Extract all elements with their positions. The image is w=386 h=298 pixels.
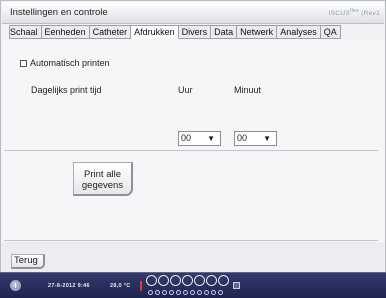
sample-slot-small-icon	[176, 289, 181, 295]
brand-logo: ISCUSflex (Rev1	[329, 8, 380, 17]
daily-print-time-label: Dagelijks print tijd	[31, 85, 102, 95]
sample-slot-small-icon	[218, 289, 223, 295]
sample-slot-small-icon	[190, 289, 195, 295]
minute-select[interactable]: 00 ▼	[234, 131, 277, 146]
brand-name: ISCUS	[328, 10, 351, 18]
minute-value: 00	[237, 133, 248, 143]
auto-print-label: Automatisch printen	[30, 58, 110, 68]
back-button[interactable]: Terug	[11, 254, 45, 269]
tab-catheter[interactable]: Catheter	[89, 25, 132, 39]
alert-marker	[140, 281, 142, 291]
tab-bar: Schaal Eenheden Catheter Afdrukken Diver…	[9, 25, 341, 39]
section-divider	[4, 150, 378, 151]
sample-slot-icon	[218, 274, 229, 286]
sample-slots-small-row	[146, 286, 230, 298]
sample-slot-small-icon	[183, 289, 188, 295]
footer-area	[2, 242, 384, 272]
power-icon[interactable]	[10, 280, 21, 291]
status-datetime: 27-8-2012 9:46	[48, 283, 90, 289]
sample-slot-small-icon	[204, 289, 209, 295]
hour-select[interactable]: 00 ▼	[178, 131, 221, 146]
chevron-down-icon: ▼	[207, 134, 215, 143]
tab-analyses[interactable]: Analyses	[277, 25, 321, 39]
sample-slot-icon	[182, 274, 193, 286]
hour-value: 00	[181, 133, 192, 143]
status-bar: 27-8-2012 9:46 28,0 °C	[0, 272, 386, 298]
hour-label: Uur	[178, 85, 193, 95]
tab-netwerk[interactable]: Netwerk	[237, 25, 278, 39]
settings-window: Instellingen en controle ISCUSflex (Rev1…	[0, 0, 386, 298]
tab-divers[interactable]: Divers	[178, 25, 212, 39]
sample-slot-indicators	[146, 274, 230, 298]
usb-icon	[233, 282, 240, 289]
sample-slot-small-icon	[155, 289, 160, 295]
tab-afdrukken[interactable]: Afdrukken	[131, 25, 179, 39]
print-all-label-line1: Print alle	[84, 169, 121, 180]
tab-schaal[interactable]: Schaal	[9, 25, 42, 39]
tab-eenheden[interactable]: Eenheden	[41, 25, 90, 39]
tab-qa[interactable]: QA	[320, 25, 341, 39]
tab-data[interactable]: Data	[211, 25, 238, 39]
chevron-down-icon: ▼	[263, 134, 271, 143]
sample-slot-small-icon	[197, 289, 202, 295]
window-title: Instellingen en controle	[10, 7, 108, 18]
sample-slot-small-icon	[169, 289, 174, 295]
footer-divider	[4, 240, 378, 241]
brand-suffix: (Rev1	[361, 10, 380, 18]
sample-slots-row	[146, 274, 230, 286]
sample-slot-icon	[158, 274, 169, 286]
sample-slot-icon	[206, 274, 217, 286]
print-all-data-button[interactable]: Print alle gegevens	[73, 162, 133, 196]
print-all-label-line2: gegevens	[81, 180, 124, 191]
sample-slot-icon	[170, 274, 181, 286]
status-temperature: 28,0 °C	[110, 283, 131, 289]
sample-slot-small-icon	[211, 289, 216, 295]
sample-slot-icon	[194, 274, 205, 286]
sample-slot-icon	[146, 274, 157, 286]
minute-label: Minuut	[234, 85, 262, 95]
sample-slot-small-icon	[162, 289, 167, 295]
auto-print-checkbox[interactable]	[20, 59, 27, 67]
brand-sup: flex	[350, 8, 360, 14]
sample-slot-small-icon	[148, 289, 153, 295]
auto-print-option[interactable]: Automatisch printen	[20, 58, 110, 68]
title-bar: Instellingen en controle ISCUSflex (Rev1	[2, 2, 384, 24]
